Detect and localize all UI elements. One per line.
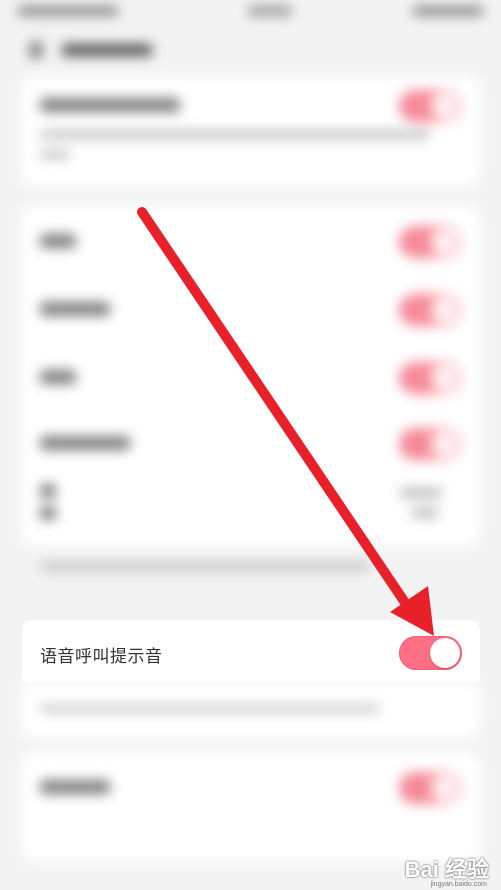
status-bar-right	[413, 6, 483, 16]
setting-value	[412, 508, 438, 518]
setting-label	[40, 370, 76, 384]
watermark-url: jingyan.baidu.com	[430, 881, 487, 888]
toggle-icon[interactable]	[399, 362, 461, 394]
voice-call-tone-description	[22, 682, 480, 738]
status-bar	[18, 4, 483, 20]
toggle-icon[interactable]	[399, 428, 461, 460]
status-bar-time	[248, 6, 292, 16]
setting-label	[40, 506, 56, 520]
settings-card-1	[22, 76, 480, 186]
voice-call-tone-label: 语音呼叫提示音	[40, 647, 163, 667]
setting-value	[400, 488, 442, 498]
page-title	[62, 44, 152, 56]
setting-row-voice-call-tone[interactable]: 语音呼叫提示音	[22, 620, 480, 682]
setting-label	[40, 98, 180, 112]
setting-description	[40, 150, 70, 159]
toggle-icon[interactable]	[399, 294, 461, 326]
voice-call-tone-toggle[interactable]	[399, 636, 462, 670]
toggle-icon[interactable]	[399, 772, 461, 804]
settings-card-2	[22, 206, 480, 546]
setting-description	[40, 130, 430, 139]
section-footnote	[40, 562, 370, 571]
settings-card-4	[22, 752, 480, 862]
nav-bar	[20, 38, 220, 62]
baidu-jingyan-watermark: Bai 经验 jingyan.baidu.com	[404, 848, 489, 888]
toggle-icon[interactable]	[399, 90, 461, 122]
setting-label	[40, 436, 130, 450]
setting-label	[40, 302, 110, 316]
toggle-knob[interactable]	[430, 638, 460, 668]
blurred-settings-background	[0, 0, 501, 890]
setting-label	[40, 234, 76, 248]
back-icon[interactable]	[30, 42, 42, 58]
toggle-icon[interactable]	[399, 226, 461, 258]
setting-label	[40, 484, 56, 498]
watermark-logo: Bai 经验	[404, 857, 489, 882]
status-bar-left	[18, 6, 118, 16]
setting-label	[40, 780, 110, 794]
